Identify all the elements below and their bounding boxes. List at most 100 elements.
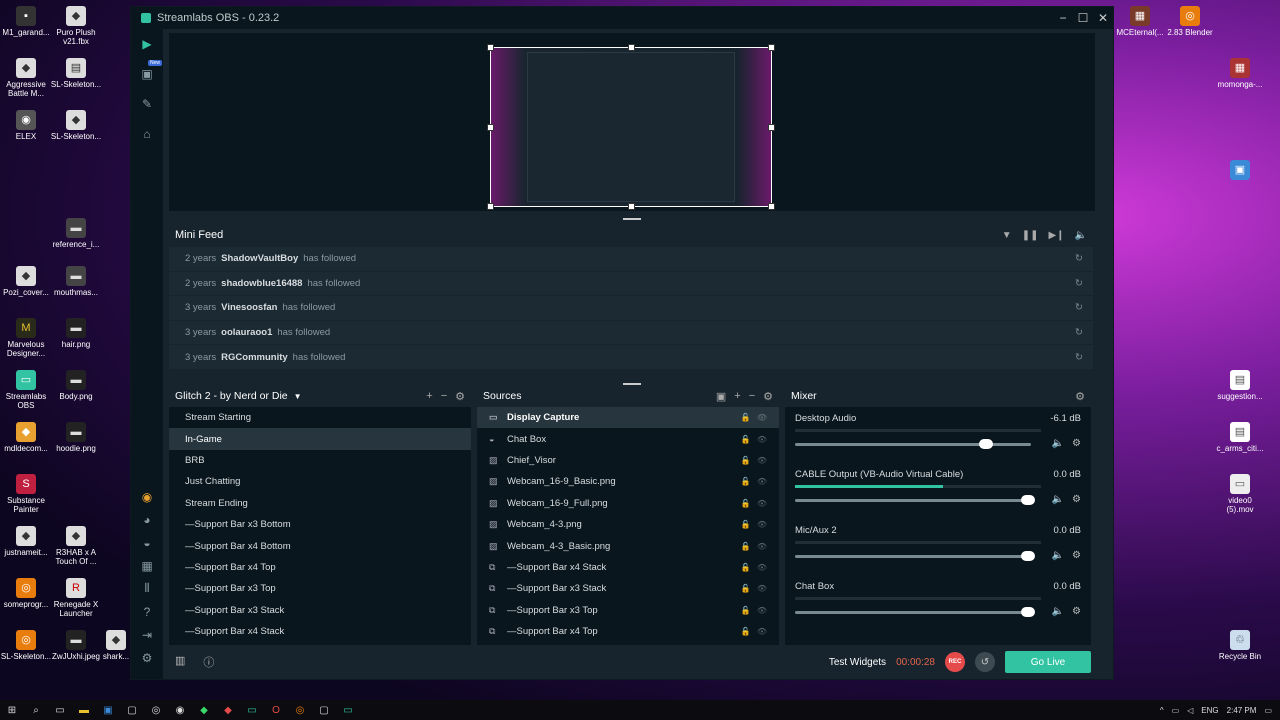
source-item[interactable]: ▨ Webcam_16-9_Full.png 🔓 👁 xyxy=(477,493,779,514)
desktop-icon[interactable]: ▬ hoodie.png xyxy=(50,422,102,453)
channel-settings-icon[interactable]: ⚙ xyxy=(1072,550,1081,561)
desktop-icon[interactable]: ▬ reference_i... xyxy=(50,218,102,249)
source-item[interactable]: ▨ Chief_Visor 🔓 👁 xyxy=(477,450,779,471)
channel-settings-icon[interactable]: ⚙ xyxy=(1072,438,1081,449)
close-icon[interactable]: ✕ xyxy=(1093,11,1113,25)
desktop-icon[interactable]: ♲ Recycle Bin xyxy=(1214,630,1266,661)
replay-icon[interactable]: ↻ xyxy=(1075,327,1083,338)
add-scene-icon[interactable]: + xyxy=(426,390,432,403)
volume-slider[interactable] xyxy=(795,551,1035,561)
scene-item[interactable]: —Support Bar x3 Stack xyxy=(169,600,471,621)
remove-source-icon[interactable]: − xyxy=(749,390,755,403)
volume-icon[interactable]: ◁ xyxy=(1187,706,1193,715)
mute-icon[interactable]: 🔈 xyxy=(1052,606,1064,617)
scene-item[interactable]: —Support Bar x3 Top xyxy=(169,578,471,599)
lock-icon[interactable]: 🔓 xyxy=(741,584,751,593)
replay-icon[interactable]: ↻ xyxy=(1075,302,1083,313)
lock-icon[interactable]: 🔓 xyxy=(741,456,751,465)
scene-item[interactable]: —Support Bar x3 Bottom xyxy=(169,514,471,535)
blender-icon[interactable]: ◎ xyxy=(288,705,312,716)
lang-indicator[interactable]: ENG xyxy=(1201,706,1218,715)
resize-handle[interactable] xyxy=(628,44,635,51)
source-item[interactable]: ▭ Display Capture 🔓 👁 xyxy=(477,407,779,429)
slider-knob[interactable] xyxy=(1021,495,1035,505)
mute-icon[interactable]: 🔈 xyxy=(1052,494,1064,505)
display-capture-preview[interactable] xyxy=(487,44,775,210)
source-settings-icon[interactable]: ⚙ xyxy=(763,390,773,403)
desktop-icon[interactable]: ▤ SL-Skeleton... xyxy=(50,58,102,89)
filter-icon[interactable]: ▼ xyxy=(1002,230,1012,241)
desktop-icon[interactable]: ▦ MCEternal(... xyxy=(1114,6,1166,37)
mute-icon[interactable]: 🔈 xyxy=(1052,550,1064,561)
info-icon[interactable]: ⓘ xyxy=(203,654,214,670)
app-icon[interactable]: ◆ xyxy=(216,705,240,716)
alert-icon[interactable]: ◕ xyxy=(131,508,163,531)
visibility-icon[interactable]: 👁 xyxy=(757,542,767,551)
desktop-icon[interactable]: ◆ mdldecom... xyxy=(0,422,52,453)
scene-item[interactable]: BRB xyxy=(169,450,471,471)
volume-slider[interactable] xyxy=(795,495,1035,505)
add-source-icon[interactable]: + xyxy=(734,390,740,403)
stats-icon[interactable]: ▥ xyxy=(175,654,185,670)
source-item[interactable]: ▨ Webcam_4-3.png 🔓 👁 xyxy=(477,514,779,535)
channel-settings-icon[interactable]: ⚙ xyxy=(1072,494,1081,505)
replay-icon[interactable]: ↻ xyxy=(1075,253,1083,264)
slider-knob[interactable] xyxy=(978,439,993,449)
desktop-icon[interactable]: ◆ R3HAB x A Touch Of ... xyxy=(50,526,102,566)
logout-icon[interactable]: ⇥ xyxy=(131,623,163,646)
app-icon[interactable]: ◆ xyxy=(192,705,216,716)
scene-collection-dropdown[interactable]: Glitch 2 - by Nerd or Die xyxy=(175,390,288,402)
resize-handle[interactable] xyxy=(487,203,494,210)
start-icon[interactable]: ⊞ xyxy=(0,705,24,716)
mute-icon[interactable]: 🔈 xyxy=(1052,438,1064,449)
lock-icon[interactable]: 🔓 xyxy=(741,413,751,422)
lock-icon[interactable]: 🔓 xyxy=(741,563,751,572)
scene-item[interactable]: —Support Bar x4 Top xyxy=(169,557,471,578)
resize-handle[interactable] xyxy=(487,44,494,51)
task-view-icon[interactable]: ▭ xyxy=(48,705,72,716)
resize-handle[interactable] xyxy=(628,203,635,210)
resize-handle[interactable] xyxy=(768,124,775,131)
editor-icon[interactable]: ✎ xyxy=(131,89,163,119)
rec-button[interactable]: REC xyxy=(945,652,965,672)
help-icon[interactable]: ? xyxy=(131,600,163,623)
desktop-icon[interactable]: R Renegade X Launcher xyxy=(50,578,102,618)
maximize-icon[interactable]: ☐ xyxy=(1073,11,1093,25)
desktop-icon[interactable]: ◆ justnameit... xyxy=(0,526,52,557)
chevron-up-icon[interactable]: ^ xyxy=(1160,706,1164,715)
lock-icon[interactable]: 🔓 xyxy=(741,606,751,615)
app-icon[interactable]: ▢ xyxy=(120,705,144,716)
opera-icon[interactable]: O xyxy=(264,705,288,716)
scene-item[interactable]: —Support Bar x4 Stack xyxy=(169,621,471,642)
desktop-icon[interactable]: ▣ xyxy=(1214,160,1266,182)
scene-settings-icon[interactable]: ⚙ xyxy=(455,390,465,403)
slider-knob[interactable] xyxy=(1021,551,1035,561)
visibility-icon[interactable]: 👁 xyxy=(757,627,767,636)
store-icon[interactable]: ▣ xyxy=(96,705,120,716)
streamlabs-icon[interactable]: ▭ xyxy=(336,705,360,716)
visibility-icon[interactable]: 👁 xyxy=(757,563,767,572)
source-item[interactable]: ⧉ —Support Bar x3 Top 🔓 👁 xyxy=(477,600,779,621)
visibility-icon[interactable]: 👁 xyxy=(757,477,767,486)
desktop-icon[interactable]: ▬ mouthmas... xyxy=(50,266,102,297)
desktop-icon[interactable]: ▬ hair.png xyxy=(50,318,102,349)
desktop-icon[interactable]: ▤ suggestion... xyxy=(1214,370,1266,401)
source-item[interactable]: ▨ Webcam_16-9_Basic.png 🔓 👁 xyxy=(477,471,779,492)
visibility-icon[interactable]: 👁 xyxy=(757,499,767,508)
folder-add-icon[interactable]: ▣ xyxy=(716,390,726,403)
desktop-icon[interactable]: ▪ M1_garand... xyxy=(0,6,52,37)
desktop-icon[interactable]: ◎ SL-Skeleton... xyxy=(0,630,52,661)
desktop-icon[interactable]: S Substance Painter xyxy=(0,474,52,514)
desktop-icon[interactable]: ◎ someprogr... xyxy=(0,578,52,609)
mixer-settings-icon[interactable]: ⚙ xyxy=(1075,390,1085,403)
scene-item[interactable]: Stream Starting xyxy=(169,407,471,428)
chevron-down-icon[interactable]: ▼ xyxy=(294,392,302,401)
volume-slider[interactable] xyxy=(795,439,1031,449)
settings-icon[interactable]: ⚙ xyxy=(131,646,163,669)
visibility-icon[interactable]: 👁 xyxy=(757,456,767,465)
volume-slider[interactable] xyxy=(795,607,1035,617)
visibility-icon[interactable]: 👁 xyxy=(757,435,767,444)
store-icon[interactable]: ⌂ xyxy=(131,119,163,149)
replay-icon[interactable]: ↻ xyxy=(1075,352,1083,363)
desktop-icon[interactable]: ◉ ELEX xyxy=(0,110,52,141)
